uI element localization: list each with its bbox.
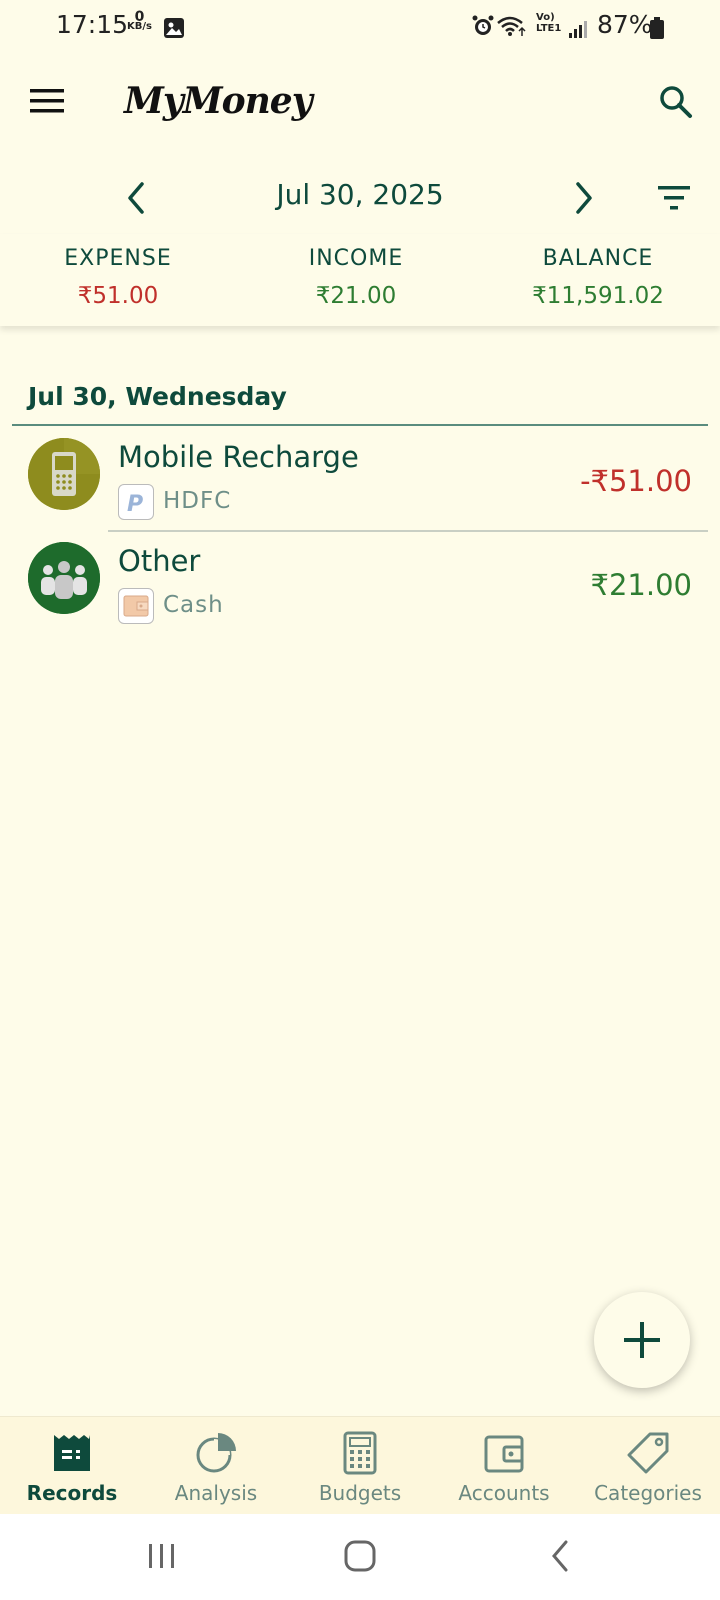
svg-text:P: P <box>127 492 143 517</box>
pie-chart-icon <box>196 1433 236 1473</box>
wallet-icon <box>118 588 154 624</box>
record-account: HDFC <box>163 488 232 514</box>
people-group-icon <box>28 542 100 614</box>
nav-records[interactable]: Records <box>0 1417 144 1515</box>
filter-button[interactable] <box>654 178 694 218</box>
network-label: Vo) LTE1 <box>536 12 561 34</box>
nav-label: Accounts <box>458 1481 550 1505</box>
network-label-top: Vo) <box>536 12 555 23</box>
records-icon <box>54 1435 90 1471</box>
hamburger-icon <box>30 89 64 113</box>
balance-label: BALANCE <box>542 246 654 271</box>
nav-label: Analysis <box>174 1481 258 1505</box>
back-button[interactable] <box>540 1536 584 1576</box>
battery-percent: 87% <box>597 10 653 39</box>
tag-icon <box>627 1432 669 1474</box>
paypal-icon: P <box>118 484 154 520</box>
recent-apps-button[interactable] <box>140 1536 184 1576</box>
nav-analysis[interactable]: Analysis <box>144 1417 288 1515</box>
balance-value: ₹11,591.02 <box>532 283 664 309</box>
income-value: ₹21.00 <box>315 283 397 309</box>
status-time: 17:15 <box>56 10 129 39</box>
nav-label: Categories <box>594 1481 702 1505</box>
plus-icon <box>624 1322 660 1358</box>
nav-accounts[interactable]: Accounts <box>432 1417 576 1515</box>
nav-categories[interactable]: Categories <box>576 1417 720 1515</box>
summary-bar: EXPENSE ₹51.00 INCOME ₹21.00 BALANCE ₹11… <box>0 234 720 326</box>
app-bar: MyMoney <box>0 54 720 164</box>
signal-icon <box>568 16 588 45</box>
network-label-bottom: LTE1 <box>536 23 562 34</box>
search-button[interactable] <box>656 82 696 122</box>
app-title: MyMoney <box>124 80 313 122</box>
next-date-button[interactable] <box>566 176 602 220</box>
status-bar: 17:15 0 KB/s Vo) LTE1 87% <box>0 0 720 54</box>
add-record-button[interactable] <box>594 1292 690 1388</box>
record-amount: -₹51.00 <box>580 464 692 498</box>
record-title: Mobile Recharge <box>118 440 359 474</box>
record-row[interactable]: Other Cash ₹21.00 <box>0 530 720 634</box>
chevron-right-icon <box>576 182 592 214</box>
date-navigator: Jul 30, 2025 <box>0 164 720 234</box>
battery-icon <box>650 16 664 45</box>
home-icon <box>344 1540 376 1572</box>
home-button[interactable] <box>338 1536 382 1576</box>
record-account: Cash <box>163 592 224 618</box>
expense-summary: EXPENSE ₹51.00 <box>0 246 238 309</box>
calculator-icon <box>343 1431 377 1475</box>
income-summary: INCOME ₹21.00 <box>236 246 476 309</box>
net-speed-unit: KB/s <box>127 21 152 32</box>
system-nav-bar <box>0 1514 720 1600</box>
nav-label: Budgets <box>318 1481 402 1505</box>
menu-button[interactable] <box>30 86 66 116</box>
gallery-icon <box>163 16 185 45</box>
recent-apps-icon <box>149 1544 174 1568</box>
record-amount: ₹21.00 <box>590 568 692 602</box>
expense-value: ₹51.00 <box>77 283 159 309</box>
alarm-wifi-icons <box>472 14 532 44</box>
wallet-icon <box>484 1435 524 1473</box>
back-icon <box>552 1540 568 1572</box>
nav-label: Records <box>26 1481 118 1505</box>
income-label: INCOME <box>308 246 404 271</box>
wifi-icon <box>497 16 526 36</box>
record-row[interactable]: Mobile Recharge P HDFC -₹51.00 <box>0 426 720 530</box>
net-speed: 0 KB/s <box>127 10 152 32</box>
balance-summary: BALANCE ₹11,591.02 <box>478 246 718 309</box>
record-title: Other <box>118 544 201 578</box>
filter-icon <box>658 186 690 210</box>
nav-budgets[interactable]: Budgets <box>288 1417 432 1515</box>
expense-label: EXPENSE <box>64 246 172 271</box>
search-icon <box>660 86 692 118</box>
mobile-phone-icon <box>28 438 100 510</box>
alarm-icon <box>472 15 494 35</box>
day-header: Jul 30, Wednesday <box>28 382 287 411</box>
current-date[interactable]: Jul 30, 2025 <box>0 178 720 211</box>
bottom-nav: Records Analysis Budgets Accounts Catego… <box>0 1416 720 1514</box>
